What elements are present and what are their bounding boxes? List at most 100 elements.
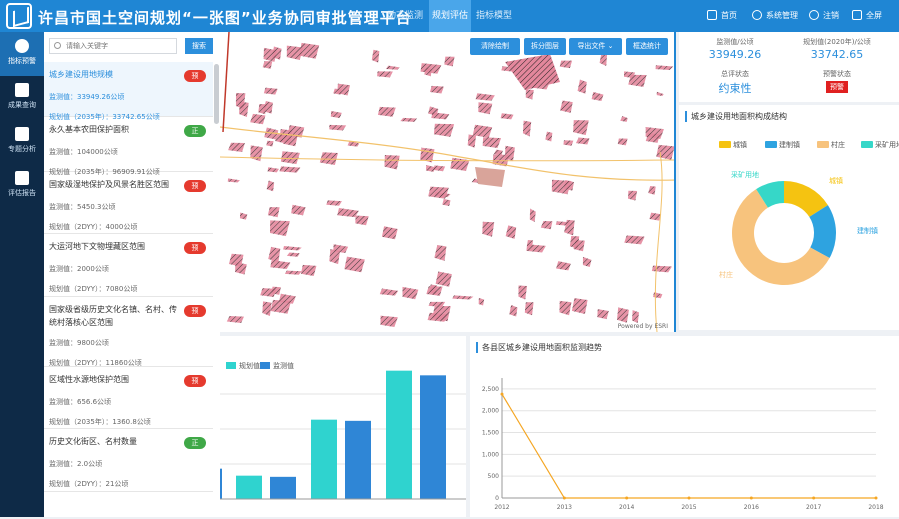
- bar: [270, 476, 296, 499]
- indicator-item[interactable]: 历史文化街区、名村数量 监测值：2.0公顷 规划值（2DYY）：21公顷 正: [44, 429, 213, 492]
- line-chart-title: 各县区城乡建设用地面积监测趋势: [476, 342, 602, 353]
- indicator-monitor-value: 监测值：104000公顷: [49, 148, 118, 156]
- land-parcel: [371, 49, 380, 63]
- land-parcel: [430, 85, 444, 94]
- search-button[interactable]: 搜索: [185, 38, 213, 54]
- box-statistics-button[interactable]: 框选统计: [626, 38, 668, 55]
- indicator-item[interactable]: 国家级湿地保护及风景名胜区范围 监测值：5450.3公顷 规划值（2DYY）：400…: [44, 172, 213, 234]
- land-parcel: [509, 304, 518, 317]
- land-parcel: [300, 264, 317, 276]
- fullscreen-button[interactable]: 全屏: [852, 0, 882, 32]
- land-parcel: [525, 89, 534, 100]
- line-point: [625, 496, 629, 500]
- land-parcel: [284, 270, 302, 275]
- indicator-plan-value: 规划值（2DYY）：4000公顷: [49, 223, 138, 231]
- indicator-panel: 搜索 城乡建设用地规模监测值：33949.26公顷规划值（2035年）：3374…: [44, 32, 220, 517]
- indicator-list: 城乡建设用地规模 监测值：33949.26公顷 规划值（2035年）：33742.6…: [44, 62, 213, 517]
- land-parcel: [551, 179, 572, 195]
- indicator-monitor-value: 监测值：9800公顷: [49, 339, 109, 347]
- indicator-title: 国家级湿地保护及风景名胜区范围: [49, 180, 169, 189]
- line-chart: 0 500 1,000 1,500 2,000 2,500 2012 2013 2014 2015…: [482, 378, 884, 511]
- nav-index-model[interactable]: 指标模型: [471, 0, 517, 32]
- donut-chart-card: 城乡建设用地面积构成结构 城镇建制镇村庄采矿用地城镇建制镇村庄采矿用地: [679, 105, 899, 330]
- land-parcel: [648, 186, 656, 195]
- land-parcel: [377, 106, 396, 117]
- sidenav-item-analysis[interactable]: 专题分析: [0, 120, 44, 164]
- status-badge: 预: [184, 70, 206, 82]
- land-parcel: [379, 288, 399, 296]
- split-layer-button[interactable]: 拆分图层: [524, 38, 566, 55]
- nav-dynamic-monitor[interactable]: 动态监测: [381, 0, 429, 32]
- land-parcel: [239, 101, 249, 118]
- analysis-icon: [15, 127, 29, 141]
- land-parcel: [529, 208, 536, 223]
- land-parcel: [250, 145, 263, 162]
- clear-drawing-button[interactable]: 清除绘制: [470, 38, 520, 55]
- indicator-item[interactable]: 大运河地下文物埋藏区范围 监测值：2000公顷 规划值（2DYY）：7080公顷 预: [44, 234, 213, 297]
- user-button[interactable]: 系统管理: [752, 0, 798, 32]
- land-parcel: [478, 102, 493, 115]
- sidenav-item-query[interactable]: 成果查询: [0, 76, 44, 120]
- logout-button[interactable]: 注销: [809, 0, 839, 32]
- donut-legend-label: 城镇: [733, 140, 747, 149]
- land-parcel: [597, 309, 609, 320]
- land-parcel: [400, 117, 417, 122]
- land-parcel: [656, 91, 664, 96]
- status-badge: 预: [184, 375, 206, 387]
- land-parcel: [269, 220, 290, 237]
- nav-plan-evaluation[interactable]: 规划评估: [429, 0, 471, 32]
- list-scrollbar[interactable]: [214, 64, 219, 124]
- land-parcel: [442, 199, 451, 206]
- donut-legend-swatch: [765, 141, 777, 148]
- map-canvas[interactable]: [220, 32, 676, 332]
- query-icon: [15, 83, 29, 97]
- land-parcel: [267, 167, 279, 173]
- land-parcel: [381, 226, 398, 240]
- donut-chart: 城镇建制镇村庄采矿用地城镇建制镇村庄采矿用地: [719, 140, 899, 285]
- indicator-title: 国家级省级历史文化名镇、名村、传统村落核心区范围: [49, 305, 177, 327]
- sidenav-item-warning[interactable]: 指标预警: [0, 32, 44, 76]
- land-parcel: [518, 285, 527, 300]
- home-button[interactable]: 首页: [707, 0, 737, 32]
- land-parcel: [268, 246, 281, 263]
- land-parcel: [631, 310, 640, 324]
- donut-slice-label: 采矿用地: [731, 170, 759, 179]
- land-parcel: [425, 165, 436, 172]
- land-parcel: [467, 134, 477, 148]
- indicator-item[interactable]: 国家级省级历史文化名镇、名村、传统村落核心区范围 监测值：9800公顷 规划值（2D…: [44, 297, 213, 367]
- land-parcel: [286, 252, 300, 257]
- land-parcel: [377, 71, 393, 78]
- indicator-item[interactable]: 区域性水源地保护范围 监测值：656.6公顷 规划值（2035年）：1360.8公顷…: [44, 367, 213, 429]
- y-tick-label: 2,000: [482, 408, 499, 415]
- monitor-value-box: 监测值/公顷 33949.26: [685, 37, 785, 61]
- indicator-title: 大运河地下文物埋藏区范围: [49, 242, 145, 251]
- land-parcel: [573, 120, 589, 136]
- land-parcel: [433, 123, 455, 137]
- land-parcel: [452, 295, 474, 300]
- fullscreen-icon: [852, 10, 862, 20]
- land-parcel: [493, 149, 503, 156]
- power-icon: [809, 10, 819, 20]
- x-tick-label: 2017: [806, 504, 821, 511]
- line-point: [687, 496, 691, 500]
- export-file-button[interactable]: 导出文件 ⌄: [569, 38, 622, 55]
- land-parcel: [571, 298, 588, 315]
- land-parcel: [559, 300, 572, 316]
- land-parcel: [270, 299, 292, 314]
- plan-value: 33742.65: [810, 48, 864, 61]
- warning-icon: [15, 39, 29, 53]
- land-parcels: [226, 42, 674, 328]
- land-parcel: [649, 212, 662, 221]
- land-parcel: [355, 215, 369, 226]
- app-title: 许昌市国土空间规划“一张图”业务协同审批管理平台: [38, 9, 412, 27]
- land-parcel: [385, 65, 400, 70]
- donut-legend-label: 建制镇: [779, 140, 800, 149]
- indicator-item[interactable]: 城乡建设用地规模 监测值：33949.26公顷 规划值（2035年）：33742.6…: [44, 62, 213, 121]
- search-input[interactable]: [49, 38, 177, 54]
- indicator-item[interactable]: 永久基本农田保护面积 监测值：104000公顷 规划值（2035年）：96909.9…: [44, 117, 213, 176]
- map-view[interactable]: 清除绘制 拆分图层 导出文件 ⌄ 框选统计 Powered by ESRI: [220, 32, 676, 332]
- sidenav-item-report[interactable]: 评估报告: [0, 164, 44, 208]
- land-parcel: [505, 225, 517, 239]
- bar-legend-label: 监测值: [273, 361, 294, 370]
- land-parcel: [227, 178, 240, 183]
